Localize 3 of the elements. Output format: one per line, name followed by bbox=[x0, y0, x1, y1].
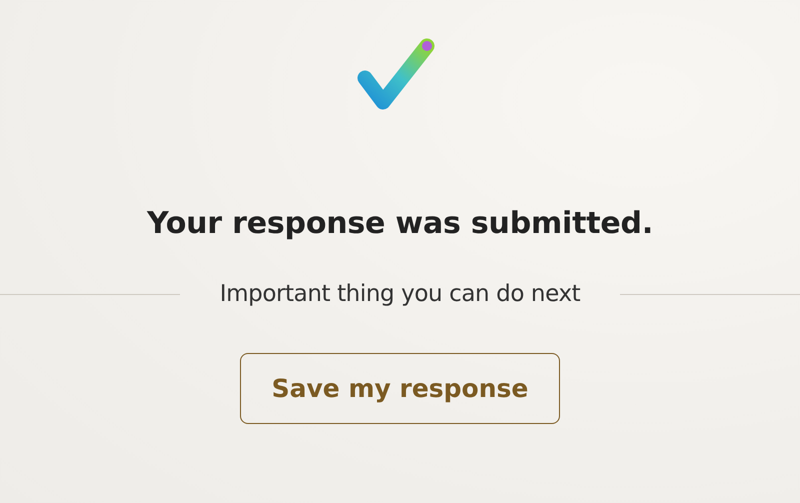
save-response-button[interactable]: Save my response bbox=[240, 353, 560, 424]
next-steps-heading: Important thing you can do next bbox=[218, 281, 582, 307]
confirmation-title: Your response was submitted. bbox=[146, 206, 654, 241]
